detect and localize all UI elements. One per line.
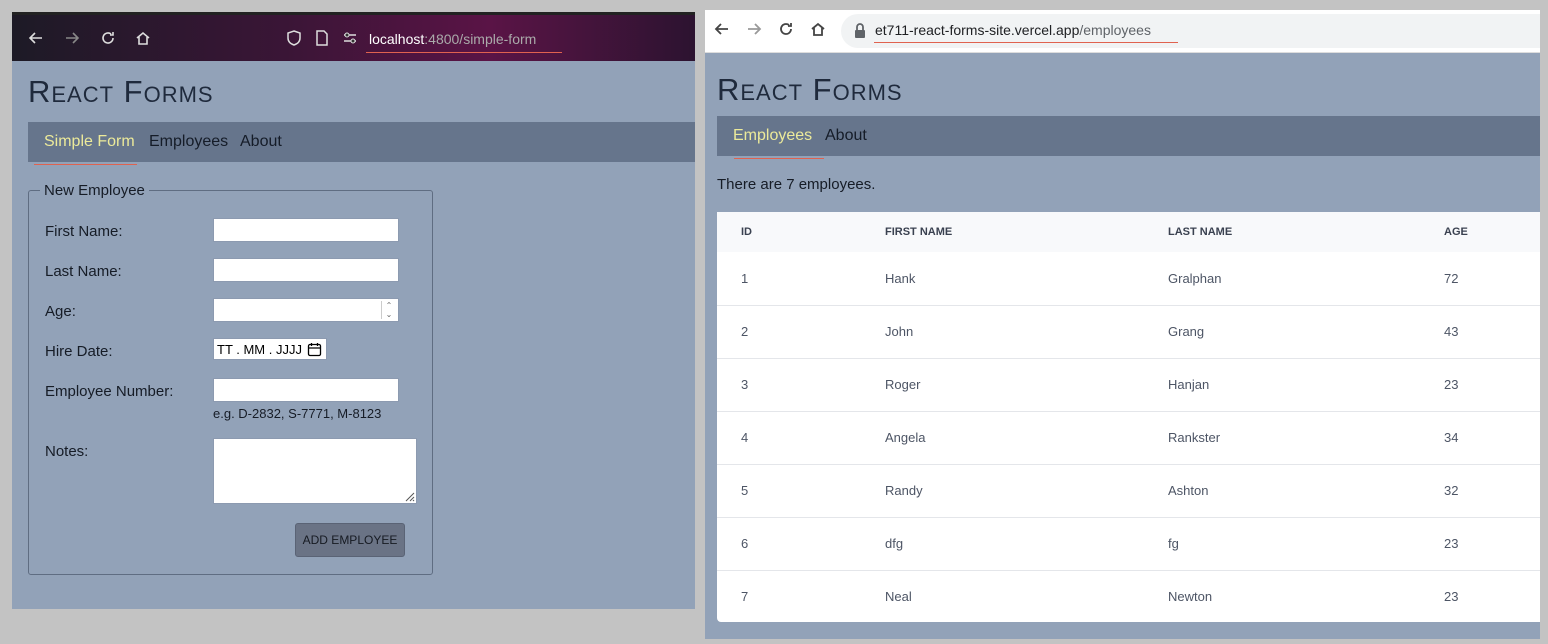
cell-last-name: Gralphan	[1168, 271, 1222, 286]
last-name-label: Last Name:	[45, 263, 122, 280]
cell-first-name: John	[885, 324, 914, 339]
notes-textarea[interactable]	[213, 438, 417, 504]
employee-number-label: Employee Number:	[45, 383, 174, 400]
cell-id: 1	[741, 271, 749, 286]
cell-age: 43	[1444, 324, 1459, 339]
fieldset-legend: New Employee	[40, 182, 149, 199]
employee-count-text: There are 7 employees.	[717, 176, 876, 193]
nav-simple-form[interactable]: Simple Form	[44, 133, 135, 151]
cell-last-name: Grang	[1168, 324, 1205, 339]
url-text[interactable]: et711-react-forms-site.vercel.app/employ…	[875, 22, 1151, 38]
table-row: 4 Angela Rankster 34	[717, 411, 1540, 465]
employees-table: ID FIRST NAME LAST NAME AGE 1 Hank Gralp…	[717, 212, 1540, 622]
back-icon[interactable]	[26, 29, 46, 49]
resize-handle-icon[interactable]	[403, 490, 415, 502]
hire-date-label: Hire Date:	[45, 343, 113, 360]
cell-id: 6	[741, 536, 749, 551]
left-browser-toolbar: localhost:4800/simple-form	[12, 12, 695, 61]
cell-last-name: Ashton	[1168, 483, 1209, 498]
hire-date-input[interactable]: TT . MM . JJJJ	[213, 338, 327, 360]
lock-icon[interactable]	[851, 22, 871, 42]
home-icon[interactable]	[133, 29, 153, 49]
table-row: 5 Randy Ashton 32	[717, 464, 1540, 518]
cell-age: 32	[1444, 483, 1459, 498]
cell-age: 23	[1444, 377, 1459, 392]
nav-about[interactable]: About	[240, 133, 282, 151]
left-browser-window: localhost:4800/simple-form React Forms S…	[12, 12, 695, 609]
header-age: AGE	[1444, 226, 1468, 238]
shield-icon[interactable]	[284, 29, 304, 49]
nav-about[interactable]: About	[825, 127, 867, 145]
cell-last-name: fg	[1168, 536, 1179, 551]
cell-first-name: dfg	[885, 536, 904, 551]
address-bar[interactable]: localhost:4800/simple-form	[369, 31, 536, 47]
forward-icon[interactable]	[62, 29, 82, 49]
age-label: Age:	[45, 303, 76, 320]
cell-age: 72	[1444, 271, 1459, 286]
cell-id: 7	[741, 589, 749, 604]
table-header: ID FIRST NAME LAST NAME AGE	[717, 212, 1540, 252]
page-icon[interactable]	[312, 29, 332, 49]
url-underline	[366, 52, 562, 53]
table-row: 2 John Grang 43	[717, 305, 1540, 359]
cell-id: 5	[741, 483, 749, 498]
url-host: localhost	[369, 31, 425, 47]
header-first-name: FIRST NAME	[885, 226, 953, 238]
header-last-name: LAST NAME	[1168, 226, 1233, 238]
nav-employees[interactable]: Employees	[149, 133, 228, 151]
cell-age: 23	[1444, 536, 1459, 551]
url-underline	[874, 42, 1178, 43]
age-spinner-icon[interactable]: ⌃ ⌄	[381, 301, 396, 319]
employee-number-hint: e.g. D-2832, S-7771, M-8123	[213, 406, 382, 421]
url-path: /employees	[1079, 22, 1151, 38]
nav-employees[interactable]: Employees	[733, 127, 812, 145]
main-nav: Simple Form Employees About	[28, 122, 695, 162]
active-nav-underline	[34, 164, 137, 165]
active-nav-underline	[734, 158, 824, 159]
hire-date-placeholder: TT . MM . JJJJ	[217, 342, 302, 357]
cell-first-name: Hank	[885, 271, 916, 286]
cell-first-name: Angela	[885, 430, 926, 445]
cell-first-name: Randy	[885, 483, 923, 498]
right-browser-toolbar: et711-react-forms-site.vercel.app/employ…	[705, 10, 1540, 53]
forward-icon[interactable]	[745, 20, 765, 40]
cell-id: 2	[741, 324, 749, 339]
reload-icon[interactable]	[98, 29, 118, 49]
cell-last-name: Newton	[1168, 589, 1213, 604]
first-name-label: First Name:	[45, 223, 123, 240]
table-row: 6 dfg fg 23	[717, 517, 1540, 571]
table-row: 1 Hank Gralphan 72	[717, 252, 1540, 306]
cell-last-name: Hanjan	[1168, 377, 1210, 392]
home-icon[interactable]	[809, 20, 829, 40]
cell-first-name: Roger	[885, 377, 921, 392]
reload-icon[interactable]	[777, 20, 797, 40]
app-title: React Forms	[717, 72, 903, 107]
main-nav: Employees About	[717, 116, 1540, 156]
employee-number-input[interactable]	[213, 378, 399, 402]
cell-last-name: Rankster	[1168, 430, 1221, 445]
cell-id: 4	[741, 430, 749, 445]
cell-first-name: Neal	[885, 589, 912, 604]
right-browser-window: et711-react-forms-site.vercel.app/employ…	[705, 10, 1540, 639]
add-employee-button[interactable]: ADD EMPLOYEE	[295, 523, 405, 557]
last-name-input[interactable]	[213, 258, 399, 282]
header-id: ID	[741, 226, 752, 238]
first-name-input[interactable]	[213, 218, 399, 242]
table-row: 3 Roger Hanjan 23	[717, 358, 1540, 412]
age-input[interactable]: ⌃ ⌄	[213, 298, 399, 322]
back-icon[interactable]	[713, 20, 733, 40]
notes-label: Notes:	[45, 443, 89, 460]
permissions-icon[interactable]	[340, 29, 360, 49]
cell-age: 34	[1444, 430, 1459, 445]
app-title: React Forms	[28, 74, 214, 109]
cell-age: 23	[1444, 589, 1459, 604]
calendar-icon[interactable]	[307, 342, 322, 357]
table-row: 7 Neal Newton 23	[717, 570, 1540, 623]
cell-id: 3	[741, 377, 749, 392]
url-path: :4800/simple-form	[424, 31, 537, 47]
url-host: et711-react-forms-site.vercel.app	[875, 22, 1080, 38]
